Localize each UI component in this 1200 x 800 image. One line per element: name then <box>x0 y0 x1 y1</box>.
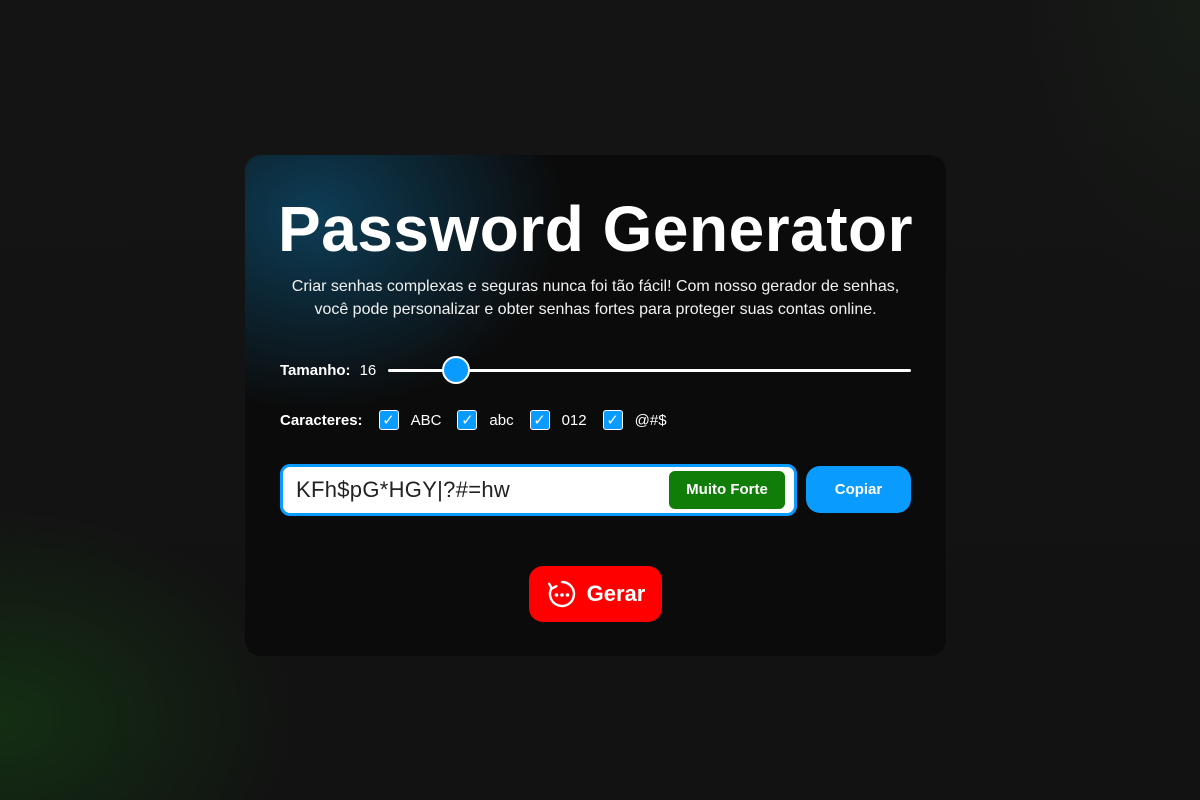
characters-label: Caracteres: <box>280 411 363 429</box>
option-symbols[interactable]: ✓ @#$ <box>602 410 667 430</box>
checkmark-icon: ✓ <box>533 410 546 429</box>
lowercase-label[interactable]: abc <box>489 412 513 429</box>
option-lowercase[interactable]: ✓ abc <box>457 410 514 430</box>
option-numbers[interactable]: ✓ 012 <box>529 410 587 430</box>
generate-label: Gerar <box>586 581 646 606</box>
refresh-password-icon <box>546 578 578 610</box>
option-uppercase[interactable]: ✓ ABC <box>378 410 442 430</box>
checkmark-icon: ✓ <box>461 410 474 429</box>
size-slider[interactable] <box>387 355 911 385</box>
generator-card: Password Generator Criar senhas complexa… <box>245 155 946 656</box>
lowercase-checkbox[interactable]: ✓ <box>457 410 478 430</box>
checkmark-icon: ✓ <box>382 410 395 429</box>
size-value: 16 <box>359 361 377 379</box>
numbers-label[interactable]: 012 <box>562 412 587 429</box>
password-output[interactable]: KFh$pG*HGY|?#=hw Muito Forte <box>280 464 797 516</box>
size-label: Tamanho: <box>280 361 351 379</box>
strength-badge: Muito Forte <box>669 471 785 509</box>
generate-button[interactable]: Gerar <box>529 566 662 622</box>
checkmark-icon: ✓ <box>606 410 619 429</box>
password-text[interactable]: KFh$pG*HGY|?#=hw <box>296 467 510 513</box>
size-row: Tamanho: 16 <box>280 355 911 385</box>
symbols-checkbox[interactable]: ✓ <box>602 410 623 430</box>
uppercase-label[interactable]: ABC <box>411 412 442 429</box>
slider-thumb[interactable] <box>441 356 470 384</box>
page-description: Criar senhas complexas e seguras nunca f… <box>291 278 900 318</box>
page-title: Password Generator <box>278 193 913 265</box>
uppercase-checkbox[interactable]: ✓ <box>378 410 399 430</box>
characters-row: Caracteres: ✓ ABC ✓ abc ✓ 012 ✓ @#$ <box>280 405 667 435</box>
symbols-label[interactable]: @#$ <box>635 412 667 429</box>
numbers-checkbox[interactable]: ✓ <box>529 410 550 430</box>
copy-button[interactable]: Copiar <box>806 466 911 513</box>
